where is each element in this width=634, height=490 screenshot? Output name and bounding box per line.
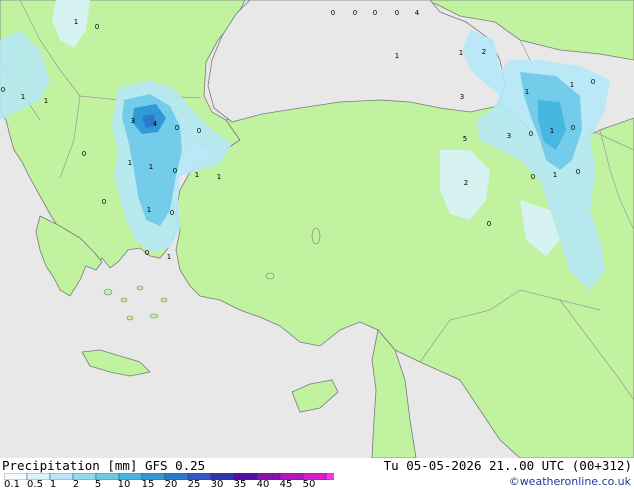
value-label: 1 — [458, 49, 464, 57]
legend-label: 10 — [117, 479, 131, 490]
value-label: 0 — [330, 9, 336, 17]
legend-label: 35 — [233, 479, 247, 490]
value-label: 3 — [506, 132, 512, 140]
legend-label: 45 — [279, 479, 293, 490]
legend-label: 15 — [141, 479, 155, 490]
value-label: 0 — [101, 198, 107, 206]
legend-label: 5 — [94, 479, 102, 490]
value-label: 0 — [174, 124, 180, 132]
value-label: 0 — [81, 150, 87, 158]
value-label: 1 — [166, 253, 172, 261]
value-label: 0 — [0, 86, 6, 94]
legend-label: 20 — [164, 479, 178, 490]
footer-bar: Precipitation [mm] GFS 0.25 Tu 05-05-202… — [0, 458, 634, 490]
value-label: 0 — [169, 209, 175, 217]
value-label: 1 — [43, 97, 49, 105]
value-label: 1 — [524, 88, 530, 96]
value-label: 0 — [575, 168, 581, 176]
value-label: 2 — [463, 179, 469, 187]
map-title: Precipitation [mm] GFS 0.25 — [2, 458, 206, 473]
value-label: 1 — [146, 206, 152, 214]
legend-label: 0.5 — [27, 479, 43, 490]
value-label: 0 — [172, 167, 178, 175]
value-label: 4 — [414, 9, 420, 17]
value-label: 0 — [94, 23, 100, 31]
value-label: 0 — [570, 124, 576, 132]
value-label: 4 — [152, 120, 158, 128]
value-label: 0 — [196, 127, 202, 135]
legend-label: 40 — [256, 479, 270, 490]
value-label: 0 — [372, 9, 378, 17]
value-label: 0 — [486, 220, 492, 228]
value-label: 0 — [144, 249, 150, 257]
value-label: 1 — [552, 171, 558, 179]
value-label: 0 — [528, 130, 534, 138]
value-label: 1 — [394, 52, 400, 60]
legend-label: 1 — [49, 479, 57, 490]
value-label: 0 — [394, 9, 400, 17]
value-label: 1 — [549, 127, 555, 135]
value-label: 1 — [194, 171, 200, 179]
value-label: 0 — [352, 9, 358, 17]
value-label: 0 — [590, 78, 596, 86]
legend-label: 50 — [302, 479, 316, 490]
value-label: 1 — [127, 159, 133, 167]
value-label: 0 — [530, 173, 536, 181]
value-label: 2 — [481, 48, 487, 56]
value-label: 3 — [130, 117, 136, 125]
precipitation-map — [0, 0, 634, 459]
value-label: 1 — [148, 163, 154, 171]
valid-time: Tu 05-05-2026 21..00 UTC (00+312) — [383, 458, 632, 473]
legend-label: 2 — [72, 479, 80, 490]
legend-label: 0.1 — [4, 479, 20, 490]
legend-label: 30 — [210, 479, 224, 490]
value-label: 1 — [73, 18, 79, 26]
value-label: 3 — [459, 93, 465, 101]
value-label: 1 — [20, 93, 26, 101]
value-label: 1 — [569, 81, 575, 89]
value-label: 1 — [216, 173, 222, 181]
value-label: 5 — [462, 135, 468, 143]
legend-label: 25 — [187, 479, 201, 490]
credit-link[interactable]: ©weatheronline.co.uk — [509, 475, 631, 488]
